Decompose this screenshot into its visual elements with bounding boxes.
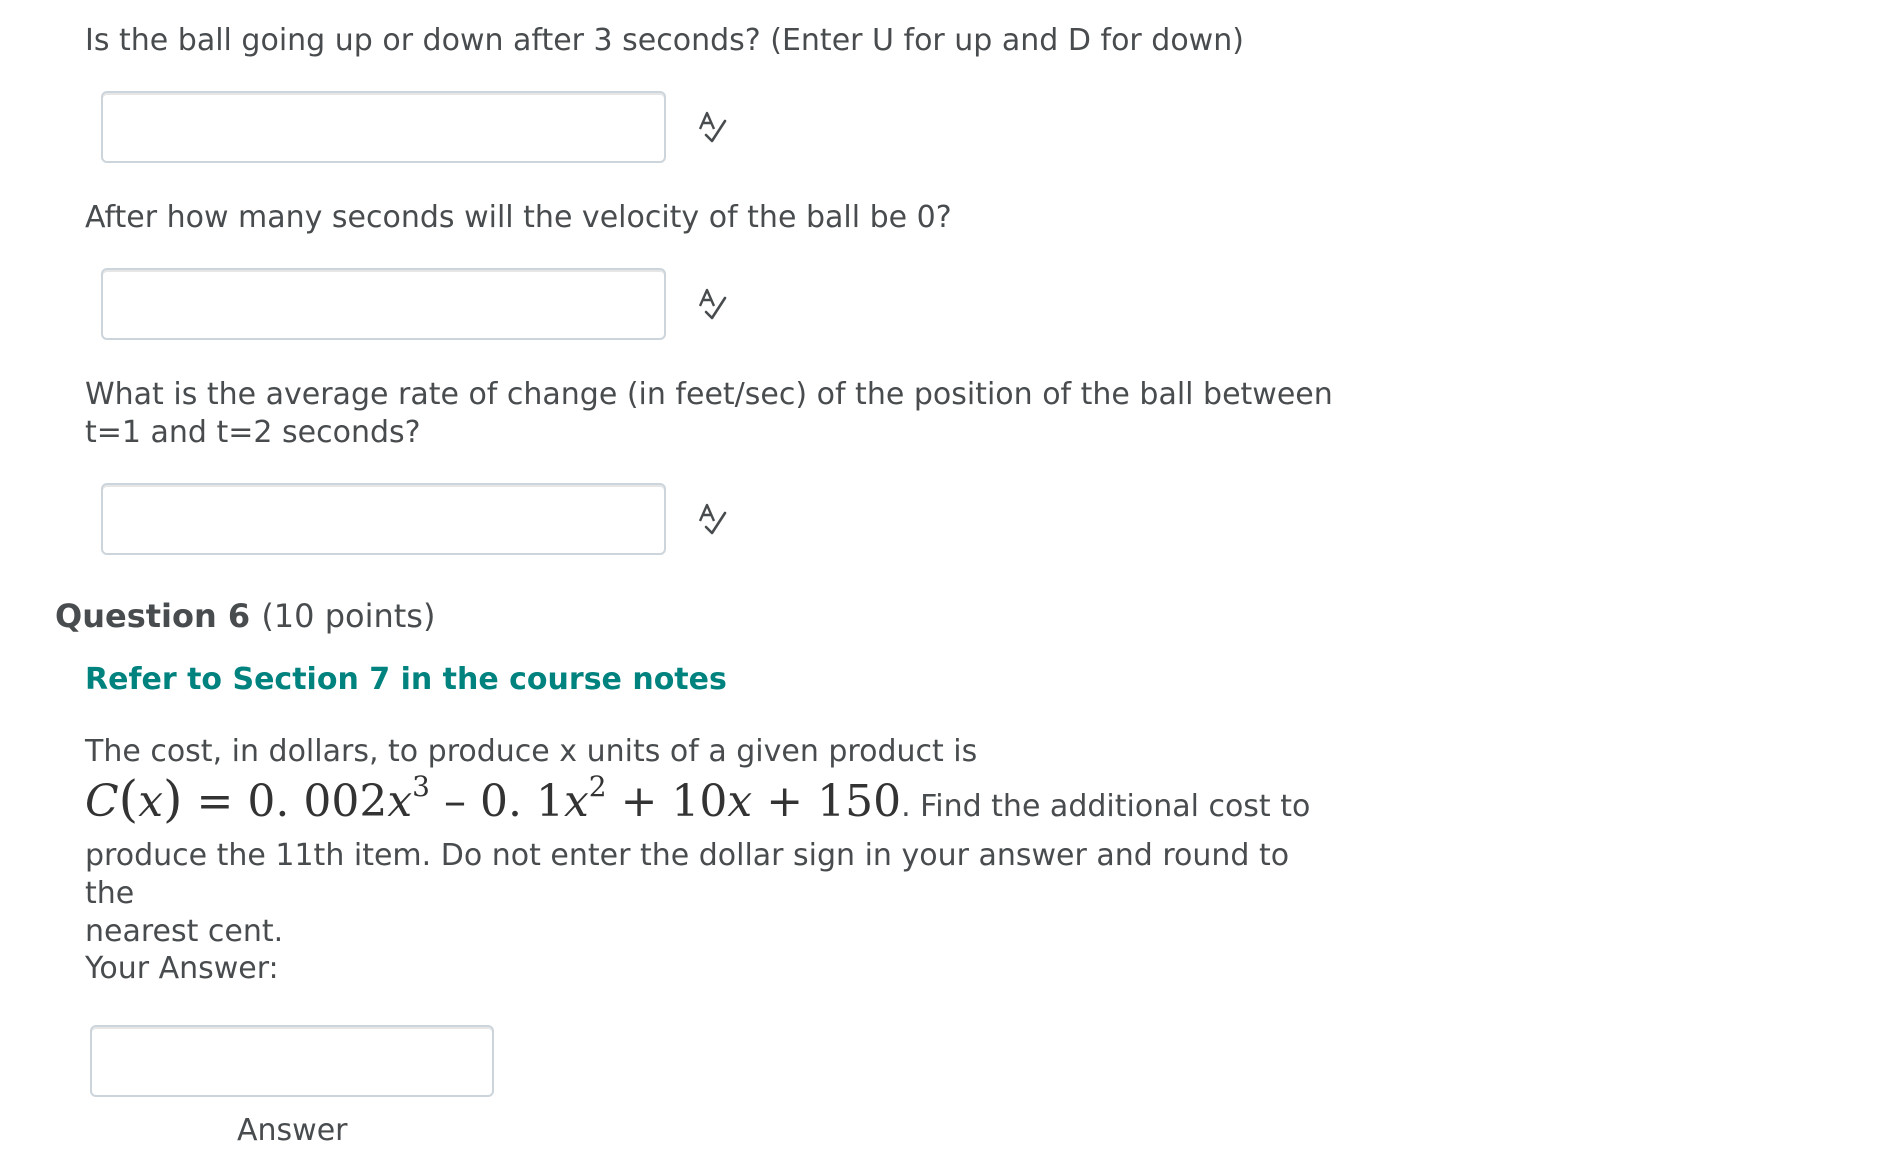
cost-text-line4: nearest cent. [85,914,284,949]
question-6-points: (10 points) [261,597,436,635]
answer-row-velocity-zero [101,268,730,340]
cost-text-after-formula: Find the additional cost to [910,789,1311,824]
question-prompt-line2: t=1 and t=2 seconds? [85,415,421,450]
cost-text-line3: produce the 11th item. Do not enter the … [85,838,1290,911]
answer-row-up-or-down [101,91,730,163]
question-prompt-line1: What is the average rate of change (in f… [85,377,1333,412]
question-6-answer-input[interactable] [90,1025,494,1097]
your-answer-label: Your Answer: [85,951,279,986]
question-prompt-velocity-zero: After how many seconds will the velocity… [85,200,952,235]
answer-input-average-rate[interactable] [101,483,666,555]
question-prompt-average-rate: What is the average rate of change (in f… [85,376,1333,452]
spellcheck-icon[interactable] [694,501,730,537]
answer-input-velocity-zero[interactable] [101,268,666,340]
question-6-header: Question 6 (10 points) [55,596,435,636]
question-6-body: The cost, in dollars, to produce x units… [85,733,1335,951]
cost-formula-line: C(x) = 0. 002x3 – 0. 1x2 + 10x + 150. Fi… [85,770,1311,828]
answer-input-up-or-down[interactable] [101,91,666,163]
question-6-title: Question 6 [55,597,251,635]
question-prompt-up-or-down: Is the ball going up or down after 3 sec… [85,23,1244,58]
course-notes-link[interactable]: Refer to Section 7 in the course notes [85,661,727,699]
spellcheck-icon[interactable] [694,286,730,322]
cost-formula: C(x) = 0. 002x3 – 0. 1x2 + 10x + 150 [85,770,902,828]
cost-text-line1: The cost, in dollars, to produce x units… [85,734,978,769]
answer-field-label: Answer [237,1113,348,1148]
answer-row-average-rate [101,483,730,555]
spellcheck-icon[interactable] [694,109,730,145]
